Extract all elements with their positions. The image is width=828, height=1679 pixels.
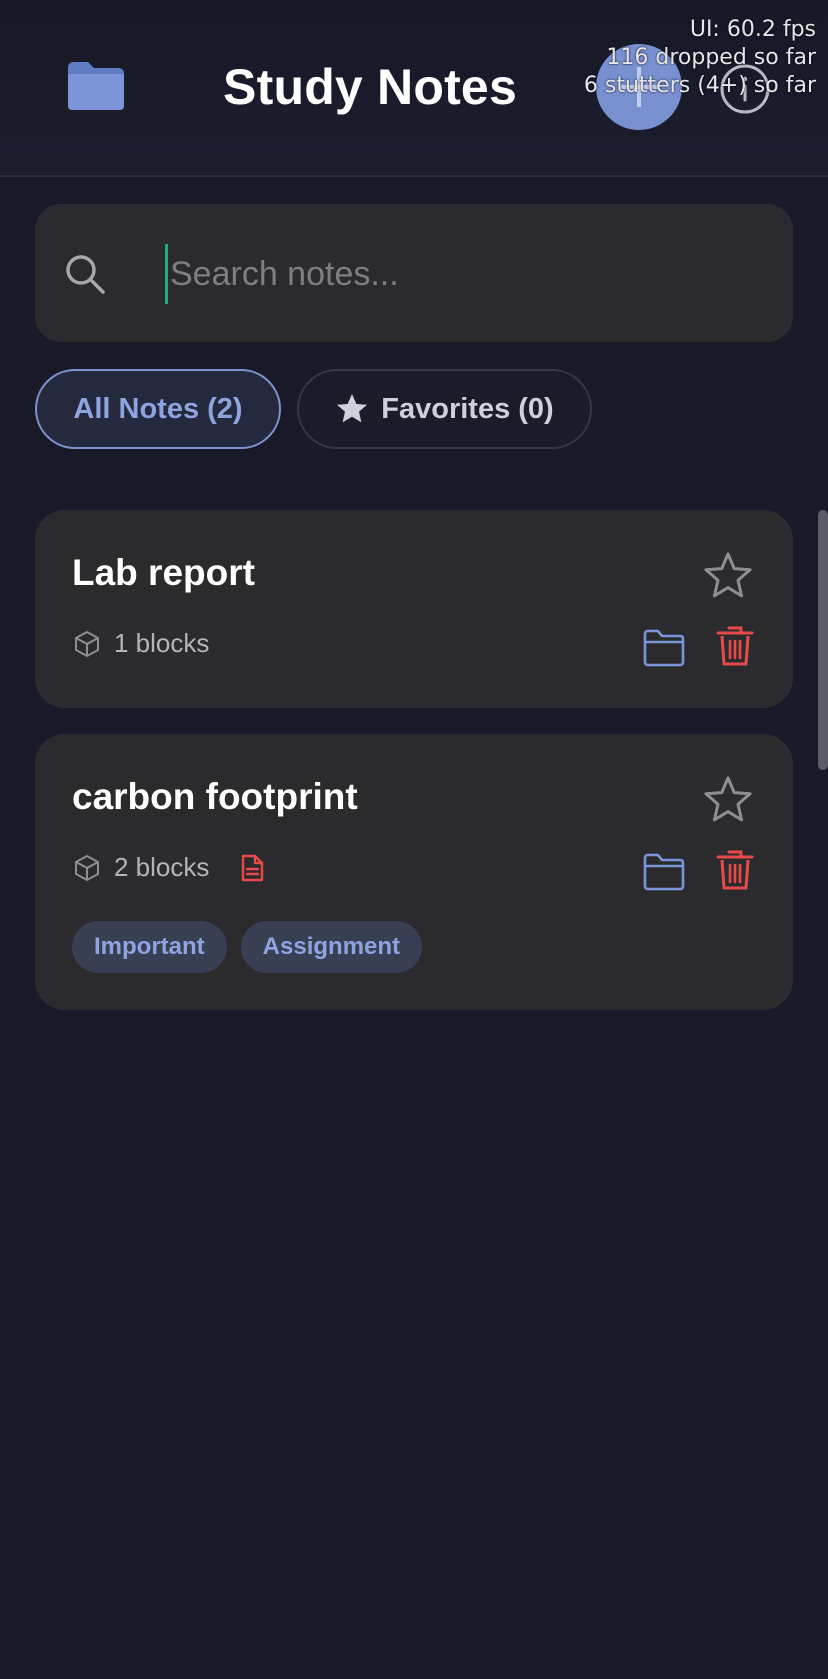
search-icon xyxy=(63,252,107,296)
filter-all-label: All Notes (2) xyxy=(73,392,243,425)
perf-overlay: UI: 60.2 fps 116 dropped so far 6 stutte… xyxy=(584,16,816,100)
star-icon xyxy=(337,394,368,423)
search-bar xyxy=(35,204,793,342)
cube-icon xyxy=(75,854,99,881)
scrollbar[interactable] xyxy=(818,510,828,770)
filter-favorites[interactable]: Favorites (0) xyxy=(297,369,592,449)
note-card[interactable]: Lab report 1 blocks xyxy=(35,510,793,708)
note-card[interactable]: carbon footprint 2 blocks Important Assi… xyxy=(35,734,793,1010)
screen: Study Notes UI: 60.2 fps 116 dropped so … xyxy=(0,0,828,1679)
note-block-count: 2 blocks xyxy=(114,852,210,882)
note-block-info: 1 blocks xyxy=(72,628,209,659)
move-folder-icon[interactable] xyxy=(642,852,686,892)
note-tags: Important Assignment xyxy=(72,921,423,973)
perf-dropped: 116 dropped so far xyxy=(606,45,816,70)
star-outline-icon[interactable] xyxy=(702,550,754,602)
perf-stutters: 6 stutters (4+) so far xyxy=(583,73,816,98)
tag-chip[interactable]: Important xyxy=(72,921,227,973)
search-input[interactable] xyxy=(165,244,755,304)
note-block-count: 1 blocks xyxy=(114,628,210,658)
note-title: Lab report xyxy=(72,552,255,593)
move-folder-icon[interactable] xyxy=(642,628,686,668)
note-title: carbon footprint xyxy=(72,776,358,817)
cube-icon xyxy=(75,630,99,657)
trash-icon[interactable] xyxy=(715,624,755,668)
perf-fps: UI: 60.2 fps xyxy=(689,17,816,42)
filter-all-notes[interactable]: All Notes (2) xyxy=(35,369,281,449)
note-block-info: 2 blocks xyxy=(72,852,267,883)
app-header: Study Notes UI: 60.2 fps 116 dropped so … xyxy=(0,0,828,177)
trash-icon[interactable] xyxy=(715,848,755,892)
tag-chip[interactable]: Assignment xyxy=(240,921,423,973)
filter-favorites-label: Favorites (0) xyxy=(381,392,554,425)
document-icon xyxy=(242,854,264,881)
star-outline-icon[interactable] xyxy=(702,774,754,826)
